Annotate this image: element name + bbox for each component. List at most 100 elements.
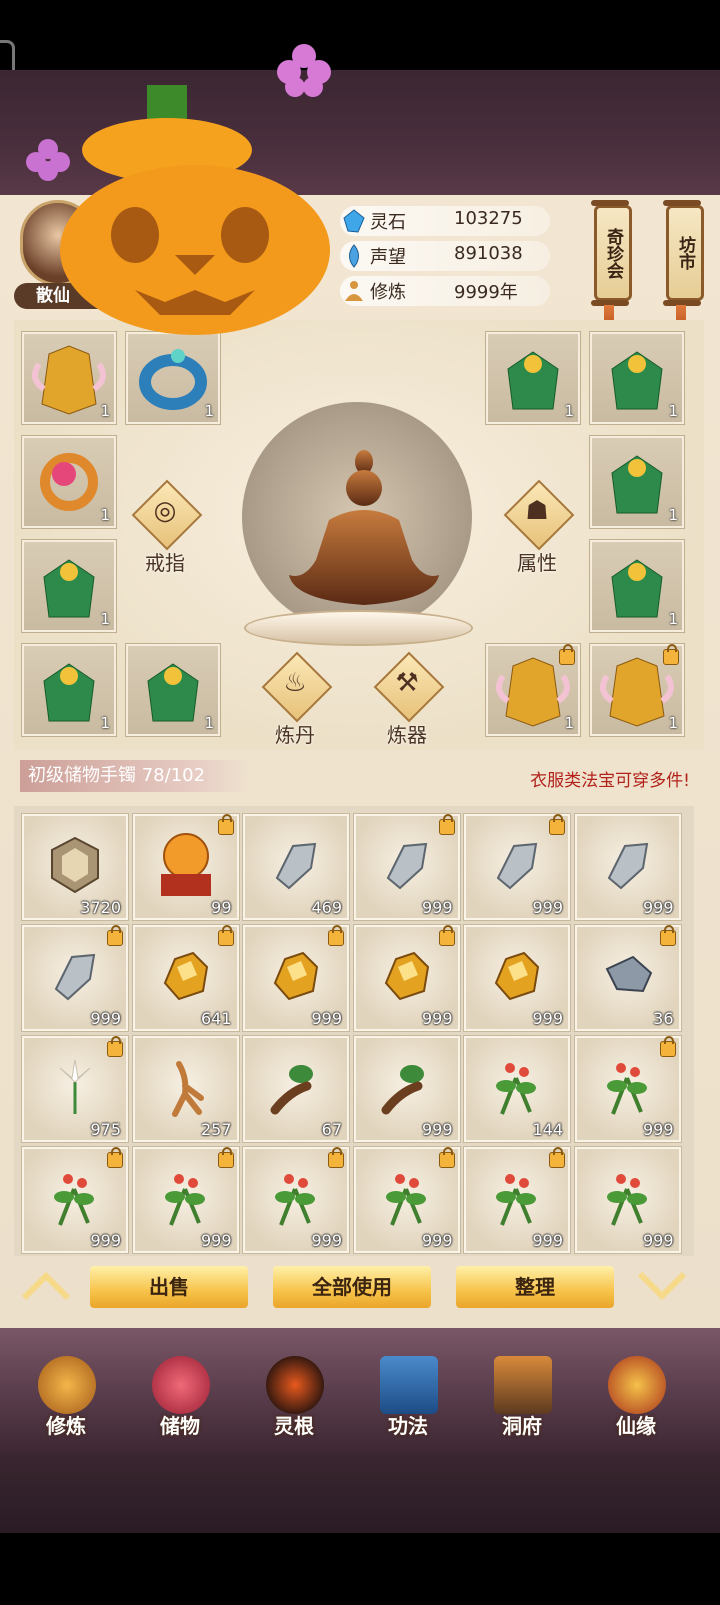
nav-cave-dwelling[interactable]: 洞府 — [472, 1352, 572, 1442]
item-count: 99 — [211, 898, 232, 917]
bag-item[interactable]: 257 — [132, 1036, 239, 1142]
ring-icon: ◎ — [153, 496, 177, 526]
nav-storage[interactable]: 储物 — [130, 1352, 230, 1442]
bag-item[interactable]: 99 — [132, 814, 239, 920]
resource-value: 103275 — [454, 208, 523, 229]
equip-slot[interactable]: 1 — [22, 436, 116, 528]
equip-slot[interactable]: 1 — [590, 644, 684, 736]
pumpkin-decoration-icon[interactable] — [55, 80, 335, 340]
nav-fate[interactable]: 仙缘 — [586, 1352, 686, 1442]
lock-icon — [559, 644, 575, 665]
item-count: 999 — [421, 1009, 453, 1028]
lock-icon — [438, 925, 455, 946]
lock-icon — [107, 1147, 123, 1168]
bag-item[interactable]: 999 — [243, 1147, 349, 1253]
equip-slot[interactable]: 1 — [126, 644, 220, 736]
bag-item[interactable]: 999 — [353, 1147, 460, 1253]
technique-nav-icon — [380, 1356, 438, 1414]
bag-item[interactable]: 999 — [353, 814, 460, 920]
spirit-stone-icon — [343, 209, 365, 233]
item-count: 999 — [421, 1231, 453, 1250]
bag-item[interactable]: 999 — [574, 1147, 681, 1253]
lock-icon — [328, 1147, 344, 1168]
anvil-icon: ⚒ — [395, 668, 419, 698]
item-count: 975 — [90, 1120, 121, 1139]
storage-nav-icon — [152, 1356, 210, 1414]
item-count: 999 — [421, 898, 453, 917]
prestige-icon — [349, 244, 359, 268]
bag-item[interactable]: 999 — [574, 814, 681, 920]
alchemy-label: 炼丹 — [275, 723, 315, 747]
scroll-up-icon[interactable] — [18, 1268, 74, 1304]
equip-slot[interactable]: 1 — [486, 332, 580, 424]
bag-tip: 衣服类法宝可穿多件! — [530, 771, 690, 791]
equip-slot[interactable]: 1 — [22, 332, 116, 424]
nav-label: 修炼 — [46, 1414, 86, 1438]
bag-item[interactable]: 144 — [464, 1036, 570, 1142]
slot-count: 1 — [564, 714, 574, 732]
nav-technique[interactable]: 功法 — [358, 1352, 458, 1442]
equip-slot[interactable]: 1 — [590, 332, 684, 424]
bag-item[interactable]: 36 — [574, 925, 681, 1031]
ring-button[interactable]: ◎ 戒指 — [130, 479, 203, 575]
market-button[interactable]: 坊市 — [663, 200, 704, 306]
nav-label: 仙缘 — [616, 1414, 656, 1438]
item-count: 999 — [421, 1120, 453, 1139]
bottom-banner — [0, 1453, 720, 1533]
bag-item[interactable]: 975 — [22, 1036, 128, 1142]
bag-item[interactable]: 469 — [243, 814, 349, 920]
sort-button[interactable]: 整理 — [456, 1266, 614, 1308]
bag-item[interactable]: 641 — [132, 925, 239, 1031]
equip-slot[interactable]: 1 — [590, 540, 684, 632]
item-count: 999 — [532, 1009, 563, 1028]
treasure-fair-button[interactable]: 奇珍会 — [591, 200, 632, 306]
lock-icon — [438, 814, 455, 835]
equip-slot[interactable]: 1 — [590, 436, 684, 528]
bag-item[interactable]: 3720 — [22, 814, 128, 920]
equip-slot[interactable]: 1 — [22, 644, 116, 736]
nav-cultivate[interactable]: 修炼 — [16, 1352, 116, 1442]
scroll-down-icon[interactable] — [634, 1268, 690, 1304]
item-count: 999 — [642, 1120, 674, 1139]
use-all-button[interactable]: 全部使用 — [273, 1266, 431, 1308]
item-count: 3720 — [80, 898, 121, 917]
attributes-button[interactable]: ☗ 属性 — [502, 479, 575, 575]
forge-label: 炼器 — [387, 723, 427, 747]
bag-item[interactable]: 999 — [132, 1147, 239, 1253]
bag-item[interactable]: 999 — [464, 814, 570, 920]
slot-count: 1 — [668, 610, 678, 628]
bag-item[interactable]: 999 — [574, 1036, 681, 1142]
game-screen: 散仙 灵石 103275 声望 891038 修炼 9999年 奇珍会 坊市 1 — [0, 0, 720, 1605]
slot-count: 1 — [668, 402, 678, 420]
alchemy-button[interactable]: ♨ 炼丹 — [260, 651, 333, 747]
bag-item[interactable]: 999 — [243, 925, 349, 1031]
fate-nav-icon — [608, 1356, 666, 1414]
equip-slot[interactable]: 1 — [22, 540, 116, 632]
item-count: 999 — [642, 1231, 674, 1250]
ring-label: 戒指 — [145, 551, 185, 575]
equipment-panel: 1 1 1 1 1 1 1 1 1 1 1 1 ◎ 戒指 ☗ 属性 ♨ 炼丹 ⚒… — [14, 320, 704, 750]
nav-label: 洞府 — [502, 1414, 542, 1438]
bag-item[interactable]: 999 — [464, 925, 570, 1031]
forge-button[interactable]: ⚒ 炼器 — [372, 651, 445, 747]
equip-slot[interactable]: 1 — [126, 332, 220, 424]
bag-item[interactable]: 67 — [243, 1036, 349, 1142]
bag-item[interactable]: 999 — [22, 925, 128, 1031]
nav-spirit-root[interactable]: 灵根 — [244, 1352, 344, 1442]
bag-item[interactable]: 999 — [353, 925, 460, 1031]
nav-label: 功法 — [388, 1414, 428, 1438]
slot-count: 1 — [204, 402, 214, 420]
cave-dwelling-nav-icon — [494, 1356, 552, 1414]
item-count: 999 — [90, 1009, 121, 1028]
bag-item[interactable]: 999 — [22, 1147, 128, 1253]
item-count: 999 — [642, 898, 674, 917]
meditating-figure-icon — [289, 450, 439, 605]
equip-slot[interactable]: 1 — [486, 644, 580, 736]
resource-value: 891038 — [454, 243, 523, 264]
bag-item[interactable]: 999 — [464, 1147, 570, 1253]
lock-icon — [328, 925, 344, 946]
slot-count: 1 — [204, 714, 214, 732]
bag-item[interactable]: 999 — [353, 1036, 460, 1142]
sell-button[interactable]: 出售 — [90, 1266, 248, 1308]
lock-icon — [549, 1147, 565, 1168]
